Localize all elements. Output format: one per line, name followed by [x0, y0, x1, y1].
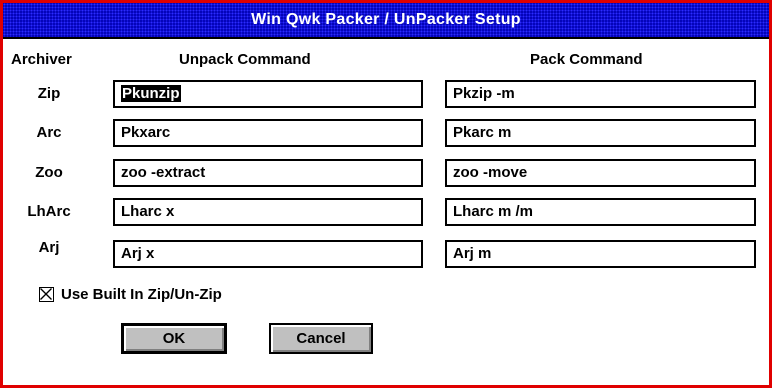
cancel-button[interactable]: Cancel	[269, 323, 373, 354]
zip-unpack-input[interactable]: Pkunzip	[113, 80, 423, 108]
archiver-header: Archiver	[11, 51, 72, 68]
arc-pack-input[interactable]: Pkarc m	[445, 119, 756, 147]
lharc-pack-input[interactable]: Lharc m /m	[445, 198, 756, 226]
zip-pack-input[interactable]: Pkzip -m	[445, 80, 756, 108]
zoo-pack-input[interactable]: zoo -move	[445, 159, 756, 187]
use-builtin-zip-label: Use Built In Zip/Un-Zip	[61, 286, 222, 303]
arj-pack-input[interactable]: Arj m	[445, 240, 756, 268]
unpack-command-header: Unpack Command	[179, 51, 311, 68]
zip-unpack-selected-text: Pkunzip	[121, 85, 181, 102]
zoo-unpack-input[interactable]: zoo -extract	[113, 159, 423, 187]
arc-unpack-input[interactable]: Pkxarc	[113, 119, 423, 147]
ok-button[interactable]: OK	[121, 323, 227, 354]
archiver-label-lharc: LhArc	[27, 203, 71, 220]
archiver-label-zoo: Zoo	[35, 164, 63, 181]
checkmark-x-icon	[40, 288, 52, 300]
use-builtin-zip-checkbox[interactable]	[39, 287, 54, 302]
lharc-unpack-input[interactable]: Lharc x	[113, 198, 423, 226]
pack-command-header: Pack Command	[530, 51, 643, 68]
arj-unpack-input[interactable]: Arj x	[113, 240, 423, 268]
archiver-label-arc: Arc	[36, 124, 62, 141]
archiver-label-zip: Zip	[37, 85, 61, 102]
setup-dialog: Win Qwk Packer / UnPacker Setup Archiver…	[0, 0, 772, 388]
archiver-label-arj: Arj	[38, 239, 60, 256]
title-bar: Win Qwk Packer / UnPacker Setup	[3, 3, 769, 39]
